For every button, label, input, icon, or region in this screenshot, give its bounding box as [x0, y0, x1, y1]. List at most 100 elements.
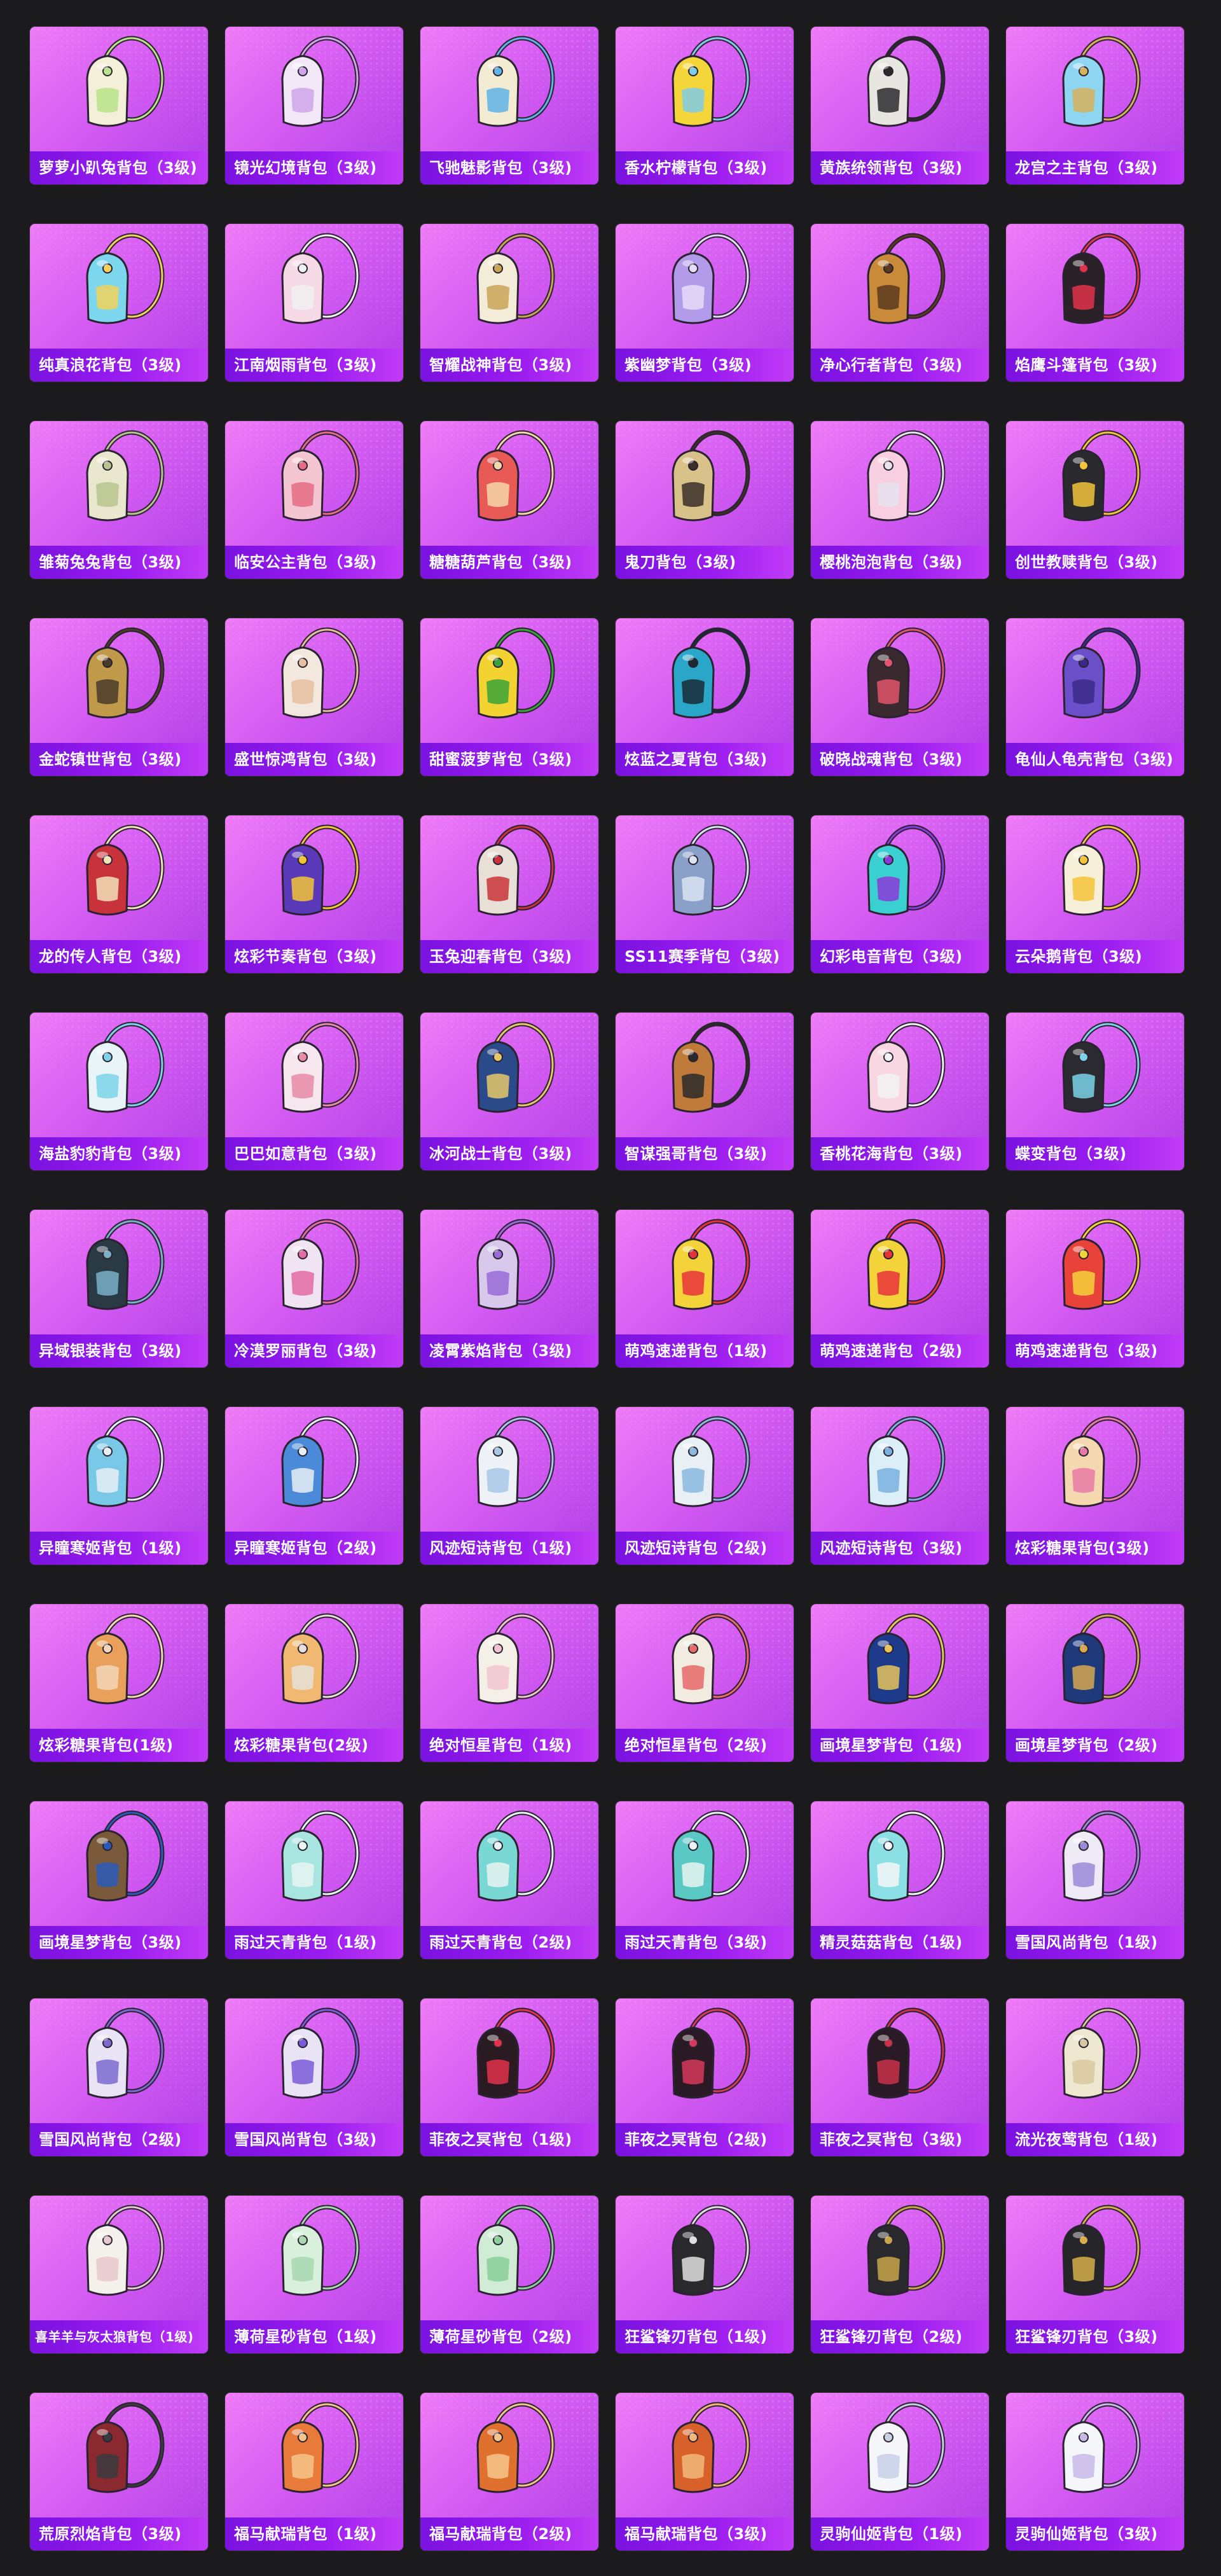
- backpack-card[interactable]: 狂鲨锋刃背包（3级): [1006, 2196, 1184, 2353]
- backpack-card[interactable]: 灵驹仙姬背包（1级): [811, 2393, 989, 2551]
- backpack-card[interactable]: 香水柠檬背包（3级): [616, 27, 794, 184]
- backpack-card[interactable]: 焰鹰斗篷背包（3级): [1006, 224, 1184, 382]
- backpack-name: 萌鸡速递背包（2级): [811, 1334, 989, 1368]
- backpack-card[interactable]: 灵驹仙姬背包（3级): [1006, 2393, 1184, 2551]
- mint-backpack-icon: [281, 2205, 360, 2296]
- backpack-card[interactable]: 雪国风尚背包（2级): [30, 1998, 208, 2156]
- backpack-card[interactable]: 萝萝小趴兔背包（3级): [30, 27, 208, 184]
- backpack-name: 临安公主背包（3级): [225, 546, 403, 579]
- backpack-card[interactable]: 盛世惊鸿背包（3级): [225, 618, 403, 776]
- backpack-card[interactable]: 纯真浪花背包（3级): [30, 224, 208, 382]
- backpack-name: 风迹短诗背包（3级): [811, 1532, 989, 1565]
- backpack-name: 海盐豹豹背包（3级): [30, 1137, 208, 1170]
- backpack-card[interactable]: 雨过天青背包（3级): [616, 1801, 794, 1959]
- backpack-card[interactable]: 香桃花海背包（3级): [811, 1013, 989, 1170]
- backpack-card[interactable]: 紫幽梦背包（3级): [616, 224, 794, 382]
- backpack-card[interactable]: 萌鸡速递背包（3级): [1006, 1210, 1184, 1368]
- backpack-card[interactable]: 江南烟雨背包（3级): [225, 224, 403, 382]
- backpack-name: SS11赛季背包（3级): [616, 940, 794, 973]
- backpack-card[interactable]: 画境星梦背包（1级): [811, 1604, 989, 1762]
- backpack-card[interactable]: 狂鲨锋刃背包（1级): [616, 2196, 794, 2353]
- backpack-card[interactable]: 喜羊羊与灰太狼背包（1级): [30, 2196, 208, 2353]
- backpack-card[interactable]: 画境星梦背包（2级): [1006, 1604, 1184, 1762]
- backpack-card[interactable]: 炫彩糖果背包(3级): [1006, 1407, 1184, 1565]
- backpack-card[interactable]: 菲夜之冥背包（2级): [616, 1998, 794, 2156]
- backpack-card[interactable]: 流光夜莺背包（1级): [1006, 1998, 1184, 2156]
- backpack-card[interactable]: 绝对恒星背包（2级): [616, 1604, 794, 1762]
- backpack-card[interactable]: SS11赛季背包（3级): [616, 815, 794, 973]
- backpack-card[interactable]: 雪国风尚背包（3级): [225, 1998, 403, 2156]
- backpack-name: 画境星梦背包（1级): [811, 1729, 989, 1762]
- backpack-name: 异瞳寒姬背包（2级): [225, 1532, 403, 1565]
- chick-backpack-icon: [1062, 1219, 1141, 1310]
- backpack-card[interactable]: 破晓战魂背包（3级): [811, 618, 989, 776]
- backpack-name: 雪国风尚背包（2级): [30, 2123, 208, 2156]
- backpack-card[interactable]: 薄荷星砂背包（1级): [225, 2196, 403, 2353]
- backpack-name: 金蛇镇世背包（3级): [30, 743, 208, 776]
- backpack-card[interactable]: 画境星梦背包（3级): [30, 1801, 208, 1959]
- backpack-card[interactable]: 海盐豹豹背包（3级): [30, 1013, 208, 1170]
- backpack-card[interactable]: 绝对恒星背包（1级): [420, 1604, 598, 1762]
- backpack-card[interactable]: 飞驰魅影背包（3级): [420, 27, 598, 184]
- backpack-card[interactable]: 炫彩节奏背包（3级): [225, 815, 403, 973]
- backpack-card[interactable]: 雨过天青背包（1级): [225, 1801, 403, 1959]
- backpack-card[interactable]: 糖糖葫芦背包（3级): [420, 421, 598, 579]
- backpack-card[interactable]: 菲夜之冥背包（1级): [420, 1998, 598, 2156]
- backpack-card[interactable]: 异瞳寒姬背包（2级): [225, 1407, 403, 1565]
- flower-backpack-icon: [281, 233, 360, 324]
- backpack-card[interactable]: 临安公主背包（3级): [225, 421, 403, 579]
- backpack-card[interactable]: 智耀战神背包（3级): [420, 224, 598, 382]
- backpack-card[interactable]: 炫蓝之夏背包（3级): [616, 618, 794, 776]
- backpack-card[interactable]: 龙宫之主背包（3级): [1006, 27, 1184, 184]
- backpack-name: 画境星梦背包（3级): [30, 1926, 208, 1959]
- backpack-card[interactable]: 风迹短诗背包（3级): [811, 1407, 989, 1565]
- backpack-card[interactable]: 巴巴如意背包（3级): [225, 1013, 403, 1170]
- backpack-card[interactable]: 雪国风尚背包（1级): [1006, 1801, 1184, 1959]
- backpack-card[interactable]: 菲夜之冥背包（3级): [811, 1998, 989, 2156]
- hawk-backpack-icon: [1062, 233, 1141, 324]
- backpack-card[interactable]: 炫彩糖果背包(2级): [225, 1604, 403, 1762]
- backpack-name: 蝶变背包（3级): [1006, 1137, 1184, 1170]
- backpack-card[interactable]: 创世教赎背包（3级): [1006, 421, 1184, 579]
- backpack-card[interactable]: 雨过天青背包（2级): [420, 1801, 598, 1959]
- backpack-card[interactable]: 异域银装背包（3级): [30, 1210, 208, 1368]
- backpack-card[interactable]: 异瞳寒姬背包（1级): [30, 1407, 208, 1565]
- backpack-card[interactable]: 萌鸡速递背包（1级): [616, 1210, 794, 1368]
- backpack-card[interactable]: 龟仙人龟壳背包（3级): [1006, 618, 1184, 776]
- backpack-card[interactable]: 萌鸡速递背包（2级): [811, 1210, 989, 1368]
- backpack-card[interactable]: 雏菊兔兔背包（3级): [30, 421, 208, 579]
- backpack-card[interactable]: 风迹短诗背包（2级): [616, 1407, 794, 1565]
- backpack-card[interactable]: 冷漠罗丽背包（3级): [225, 1210, 403, 1368]
- backpack-name: 炫彩糖果背包(3级): [1006, 1532, 1184, 1565]
- wasteland-backpack-icon: [86, 2402, 165, 2493]
- backpack-card[interactable]: 风迹短诗背包（1级): [420, 1407, 598, 1565]
- backpack-card[interactable]: 炫彩糖果背包(1级): [30, 1604, 208, 1762]
- backpack-card[interactable]: 黄族统领背包（3级): [811, 27, 989, 184]
- backpack-card[interactable]: 狂鲨锋刃背包（2级): [811, 2196, 989, 2353]
- backpack-card[interactable]: 福马献瑞背包（1级): [225, 2393, 403, 2551]
- backpack-card[interactable]: 樱桃泡泡背包（3级): [811, 421, 989, 579]
- backpack-card[interactable]: 净心行者背包（3级): [811, 224, 989, 382]
- backpack-card[interactable]: 凌霄紫焰背包（3级): [420, 1210, 598, 1368]
- backpack-card[interactable]: 荒原烈焰背包（3级): [30, 2393, 208, 2551]
- flame-backpack-icon: [476, 1219, 555, 1310]
- backpack-card[interactable]: 甜蜜菠萝背包（3级): [420, 618, 598, 776]
- backpack-card[interactable]: 蝶变背包（3级): [1006, 1013, 1184, 1170]
- shark-backpack-icon: [672, 2205, 750, 2296]
- backpack-card[interactable]: 玉兔迎春背包（3级): [420, 815, 598, 973]
- backpack-card[interactable]: 幻彩电音背包（3级): [811, 815, 989, 973]
- backpack-card[interactable]: 冰河战士背包（3级): [420, 1013, 598, 1170]
- backpack-card[interactable]: 金蛇镇世背包（3级): [30, 618, 208, 776]
- backpack-name: 狂鲨锋刃背包（1级): [616, 2320, 794, 2353]
- snow-backpack-icon: [1062, 1810, 1141, 1902]
- backpack-card[interactable]: 龙的传人背包（3级): [30, 815, 208, 973]
- backpack-card[interactable]: 智谋强哥背包（3级): [616, 1013, 794, 1170]
- backpack-card[interactable]: 薄荷星砂背包（2级): [420, 2196, 598, 2353]
- backpack-card[interactable]: 福马献瑞背包（2级): [420, 2393, 598, 2551]
- backpack-card[interactable]: 镜光幻境背包（3级): [225, 27, 403, 184]
- backpack-card[interactable]: 福马献瑞背包（3级): [616, 2393, 794, 2551]
- backpack-card[interactable]: 精灵菇菇背包（1级): [811, 1801, 989, 1959]
- backpack-card[interactable]: 鬼刀背包（3级): [616, 421, 794, 579]
- backpack-card[interactable]: 云朵鹅背包（3级): [1006, 815, 1184, 973]
- book-backpack-icon: [867, 1613, 946, 1705]
